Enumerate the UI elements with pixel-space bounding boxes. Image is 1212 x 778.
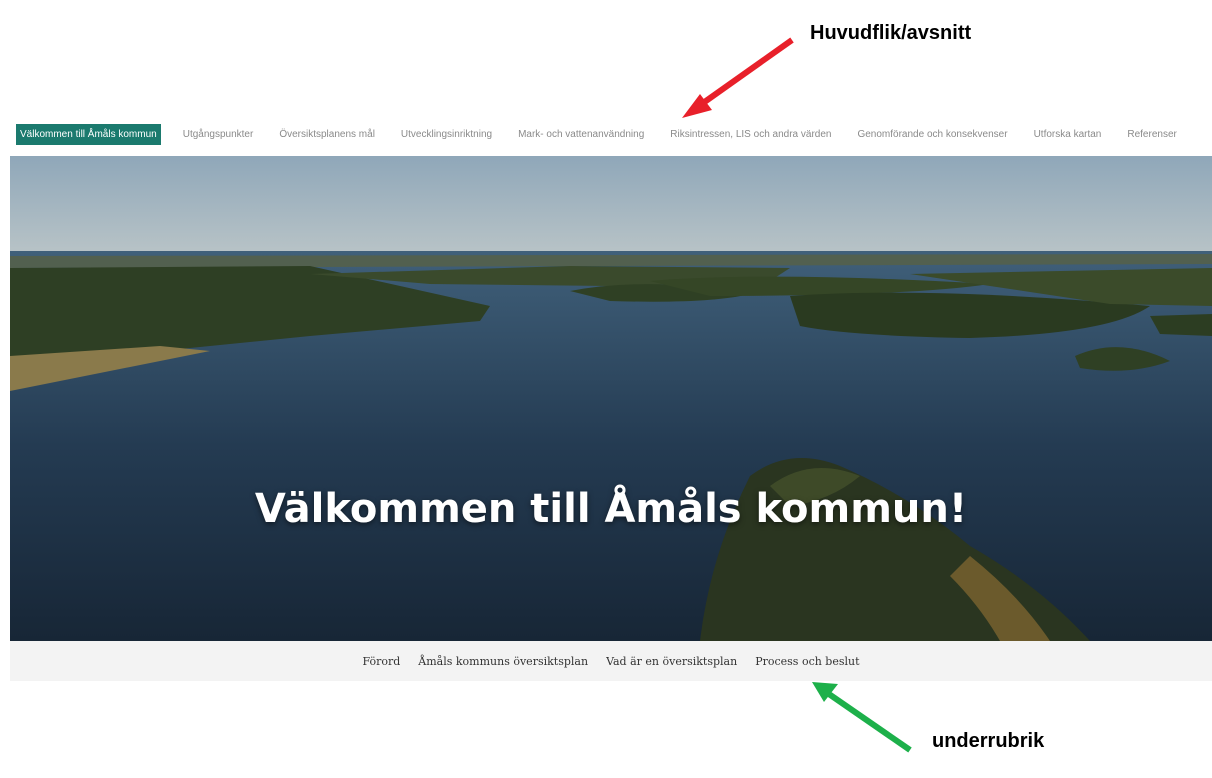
- tab-riksintressen[interactable]: Riksintressen, LIS och andra värden: [670, 129, 831, 140]
- hero-title: Välkommen till Åmåls kommun!: [254, 486, 968, 532]
- tab-referenser[interactable]: Referenser: [1127, 129, 1176, 140]
- annotation-subheading-label: underrubrik: [932, 730, 1045, 752]
- hero-banner: Välkommen till Åmåls kommun!: [10, 156, 1212, 641]
- subnav-item-forord[interactable]: Förord: [362, 655, 400, 668]
- hero-lake-landscape-image: [10, 156, 1212, 641]
- sub-navigation: Förord Åmåls kommuns översiktsplan Vad ä…: [10, 641, 1212, 681]
- main-navigation: Välkommen till Åmåls kommun Utgångspunkt…: [0, 122, 1212, 146]
- subnav-item-process-och-beslut[interactable]: Process och beslut: [755, 655, 859, 668]
- annotation-main-tab-label: Huvudflik/avsnitt: [810, 22, 972, 44]
- green-arrow-icon: [812, 682, 912, 753]
- tab-utgangspunkter[interactable]: Utgångspunkter: [183, 129, 254, 140]
- subnav-item-amals-oversiktsplan[interactable]: Åmåls kommuns översiktsplan: [418, 655, 588, 668]
- tab-valkommen[interactable]: Välkommen till Åmåls kommun: [16, 123, 161, 145]
- subnav-item-vad-ar-oversiktsplan[interactable]: Vad är en översiktsplan: [606, 655, 737, 668]
- tab-utforska-kartan[interactable]: Utforska kartan: [1034, 129, 1102, 140]
- tab-mark-och-vattenanvandning[interactable]: Mark- och vattenanvändning: [518, 129, 644, 140]
- tab-oversiktsplanens-mal[interactable]: Översiktsplanens mål: [279, 129, 375, 140]
- tab-genomforande[interactable]: Genomförande och konsekvenser: [857, 129, 1007, 140]
- tab-utvecklingsinriktning[interactable]: Utvecklingsinriktning: [401, 129, 492, 140]
- red-arrow-icon: [682, 37, 794, 118]
